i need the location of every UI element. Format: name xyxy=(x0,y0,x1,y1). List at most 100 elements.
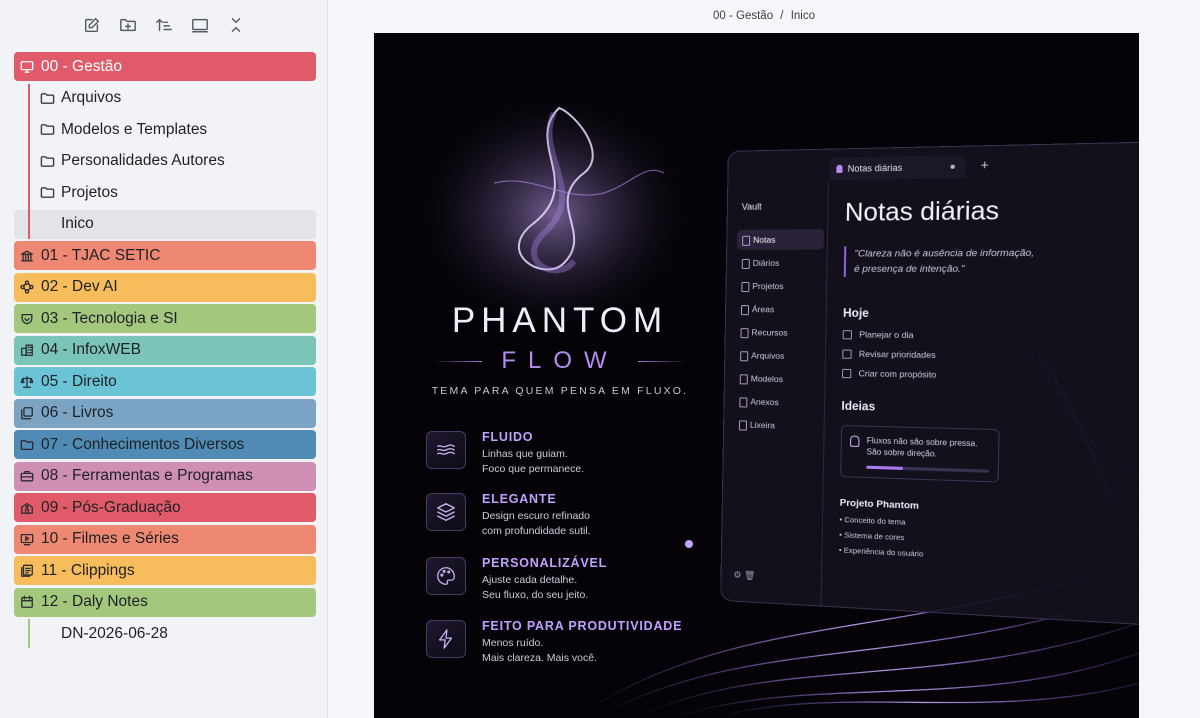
folder-12-daly-notes[interactable]: 12 - Daly Notes xyxy=(14,587,316,617)
folder-icon xyxy=(40,90,56,106)
mock-progress-fill xyxy=(866,465,903,470)
mock-quote-line: é presença de intenção." xyxy=(854,263,965,275)
feature-fluido: FLUIDO Linhas que guiam. Foco que permane… xyxy=(426,430,726,477)
breadcrumb-current[interactable]: Inico xyxy=(791,10,815,22)
mock-tab-label: Notas diárias xyxy=(847,162,903,174)
folder-00-gestao[interactable]: 00 - Gestão xyxy=(14,52,316,81)
mock-plus-icon: + xyxy=(980,156,989,173)
mock-todo: Planejar o dia xyxy=(843,329,1139,343)
palette-icon xyxy=(426,557,466,595)
feature-desc: Seu fluxo, do seu jeito. xyxy=(482,589,589,601)
feature-produtividade: FEITO PARA PRODUTIVIDADE Menos ruído. Mai… xyxy=(426,619,726,666)
collapse-all-button[interactable] xyxy=(226,13,246,37)
brand-subtitle: FLOW xyxy=(501,347,619,374)
mock-nav-item: Diários xyxy=(737,253,824,273)
folder-label: 08 - Ferramentas e Programas xyxy=(41,467,253,484)
indent-guide xyxy=(28,83,30,239)
folder-icon xyxy=(40,122,56,138)
new-note-icon xyxy=(84,17,100,33)
collapse-view-icon xyxy=(192,18,208,33)
feature-title: FEITO PARA PRODUTIVIDADE xyxy=(482,619,683,633)
mock-settings-icon: ⚙ 🗑 xyxy=(733,569,756,581)
feature-desc: com profundidade sutil. xyxy=(482,525,591,537)
new-note-button[interactable] xyxy=(82,13,102,37)
feature-title: FLUIDO xyxy=(482,430,534,444)
file-explorer-sidebar: 00 - Gestão Arquivos Modelos e Templates… xyxy=(0,0,328,718)
sort-button[interactable] xyxy=(154,13,174,37)
breadcrumb-parent[interactable]: 00 - Gestão xyxy=(713,10,773,22)
folder-label: 10 - Filmes e Séries xyxy=(41,530,179,547)
breadcrumb-separator: / xyxy=(780,10,784,22)
buildings-icon xyxy=(19,342,35,358)
breadcrumb: 00 - Gestão / Inico xyxy=(328,10,1200,22)
folder-03-tecnologia-si[interactable]: 03 - Tecnologia e SI xyxy=(14,304,316,333)
mock-nav-item: Lixeira xyxy=(734,414,821,436)
new-folder-button[interactable] xyxy=(118,13,138,37)
folder-label: 12 - Daly Notes xyxy=(41,593,148,610)
mock-nav-item: Anexos xyxy=(734,391,821,413)
folder-label: 00 - Gestão xyxy=(41,57,122,75)
mock-tab: Notas diárias xyxy=(828,155,966,181)
folder-04-infoxweb[interactable]: 04 - InfoxWEB xyxy=(14,335,316,365)
feature-desc: Linhas que guiam. xyxy=(482,448,568,460)
new-folder-icon xyxy=(120,18,136,32)
lightning-icon xyxy=(426,620,466,658)
hero-image: PHANTOM FLOW TEMA PARA QUEM PENSA EM FLU… xyxy=(374,33,1139,718)
file-daily-note[interactable]: DN-2026-06-28 xyxy=(14,619,316,648)
brand-subtitle-row: FLOW xyxy=(426,347,694,375)
subfolder-label: Arquivos xyxy=(61,89,122,106)
mock-idea-card: Fluxos não são sobre pressa. São sobre d… xyxy=(840,425,1000,483)
folder-label: 02 - Dev AI xyxy=(41,278,118,295)
folder-icon xyxy=(40,153,56,169)
folder-label: 04 - InfoxWEB xyxy=(41,341,141,358)
subfolder-label: Projetos xyxy=(61,183,118,201)
folder-icon xyxy=(19,437,35,453)
subfolder-modelos-templates[interactable]: Modelos e Templates xyxy=(14,115,316,144)
toolbox-icon xyxy=(19,468,35,484)
folder-label: 01 - TJAC SETIC xyxy=(41,246,161,264)
folder-07-conhecimentos-diversos[interactable]: 07 - Conhecimentos Diversos xyxy=(14,430,316,459)
folder-label: 03 - Tecnologia e SI xyxy=(41,309,178,327)
sort-icon xyxy=(156,18,172,32)
folder-children: DN-2026-06-28 xyxy=(28,619,316,648)
folder-09-pos-graduacao[interactable]: 09 - Pós-Graduação xyxy=(14,493,316,522)
mock-content: Notas diárias "Clareza não é ausência de… xyxy=(839,177,1139,570)
folder-08-ferramentas-programas[interactable]: 08 - Ferramentas e Programas xyxy=(14,461,316,491)
indent-guide xyxy=(28,619,30,648)
feature-title: PERSONALIZÁVEL xyxy=(482,556,608,570)
close-icon xyxy=(231,17,241,33)
feature-desc: Ajuste cada detalhe. xyxy=(482,574,578,586)
folder-02-dev-ai[interactable]: 02 - Dev AI xyxy=(14,272,316,302)
subfolder-personalidades-autores[interactable]: Personalidades Autores xyxy=(14,147,316,176)
folder-01-tjac-setic[interactable]: 01 - TJAC SETIC xyxy=(14,241,316,270)
layers-icon xyxy=(426,493,466,531)
folder-label: 07 - Conhecimentos Diversos xyxy=(41,435,245,453)
collapse-view-button[interactable] xyxy=(190,13,210,37)
file-inico[interactable]: Inico xyxy=(14,209,316,239)
mock-sidebar: Vault Notas Diários Projetos Áreas Recur… xyxy=(721,182,829,608)
calendar-icon xyxy=(19,594,35,610)
subfolder-projetos[interactable]: Projetos xyxy=(14,178,316,207)
mock-nav-item: Notas xyxy=(737,229,825,250)
subfolder-label: Modelos e Templates xyxy=(61,120,208,138)
mock-nav-item: Projetos xyxy=(736,276,823,296)
folder-label: 11 - Clippings xyxy=(41,561,135,579)
brand-tagline: TEMA PARA QUEM PENSA EM FLUXO. xyxy=(431,385,689,397)
folder-10-filmes-series[interactable]: 10 - Filmes e Séries xyxy=(14,524,316,554)
desktop-icon xyxy=(19,59,35,75)
mock-heading: Notas diárias xyxy=(844,196,1000,227)
file-label: Inico xyxy=(61,215,94,232)
feature-desc: Mais clareza. Mais você. xyxy=(482,652,597,664)
school-icon xyxy=(19,500,35,516)
mock-quote: "Clareza não é ausência de informação, é … xyxy=(843,244,1139,278)
mock-quote-line: "Clareza não é ausência de informação, xyxy=(854,247,1035,260)
subfolder-arquivos[interactable]: Arquivos xyxy=(14,84,316,113)
feature-desc: Menos ruído. xyxy=(482,637,544,649)
folder-05-direito[interactable]: 05 - Direito xyxy=(14,367,316,396)
main-content: 00 - Gestão / Inico PHANTOM FLOW TEMA PA… xyxy=(328,0,1200,718)
mock-nav-item: Áreas xyxy=(736,299,823,320)
mock-nav-item: Modelos xyxy=(735,368,822,390)
folder-06-livros[interactable]: 06 - Livros xyxy=(14,398,316,428)
mock-nav-item: Arquivos xyxy=(735,345,822,366)
folder-11-clippings[interactable]: 11 - Clippings xyxy=(14,556,316,585)
